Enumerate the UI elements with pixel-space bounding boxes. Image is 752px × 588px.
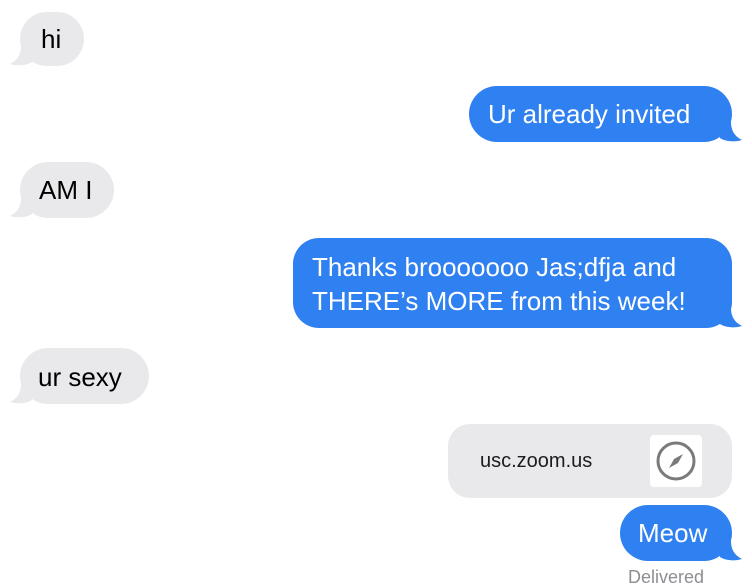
message-bubble-received[interactable]: ur sexy: [20, 348, 149, 404]
message-text-line: THERE’s MORE from this week!: [312, 286, 686, 316]
message-text: Ur already invited: [488, 99, 691, 129]
message-bubble-sent[interactable]: Ur already invited: [469, 86, 732, 142]
delivered-status: Delivered: [628, 567, 705, 587]
bubble-tail: [720, 541, 742, 576]
message-bubble-received[interactable]: AM I: [20, 162, 114, 218]
message-text: ur sexy: [38, 362, 122, 392]
link-domain: usc.zoom.us: [480, 450, 593, 472]
message-text: AM I: [39, 175, 93, 205]
safari-compass-icon[interactable]: [650, 435, 702, 487]
message-text: Meow: [638, 518, 708, 548]
message-bubble-sent[interactable]: Thanks brooooooo Jas;dfja and THERE’s MO…: [293, 238, 732, 328]
message-bubble-sent[interactable]: Meow: [620, 505, 732, 561]
message-text-line: Thanks brooooooo Jas;dfja and: [312, 252, 677, 282]
message-text: hi: [41, 24, 62, 54]
bubble-tail: [10, 384, 32, 576]
